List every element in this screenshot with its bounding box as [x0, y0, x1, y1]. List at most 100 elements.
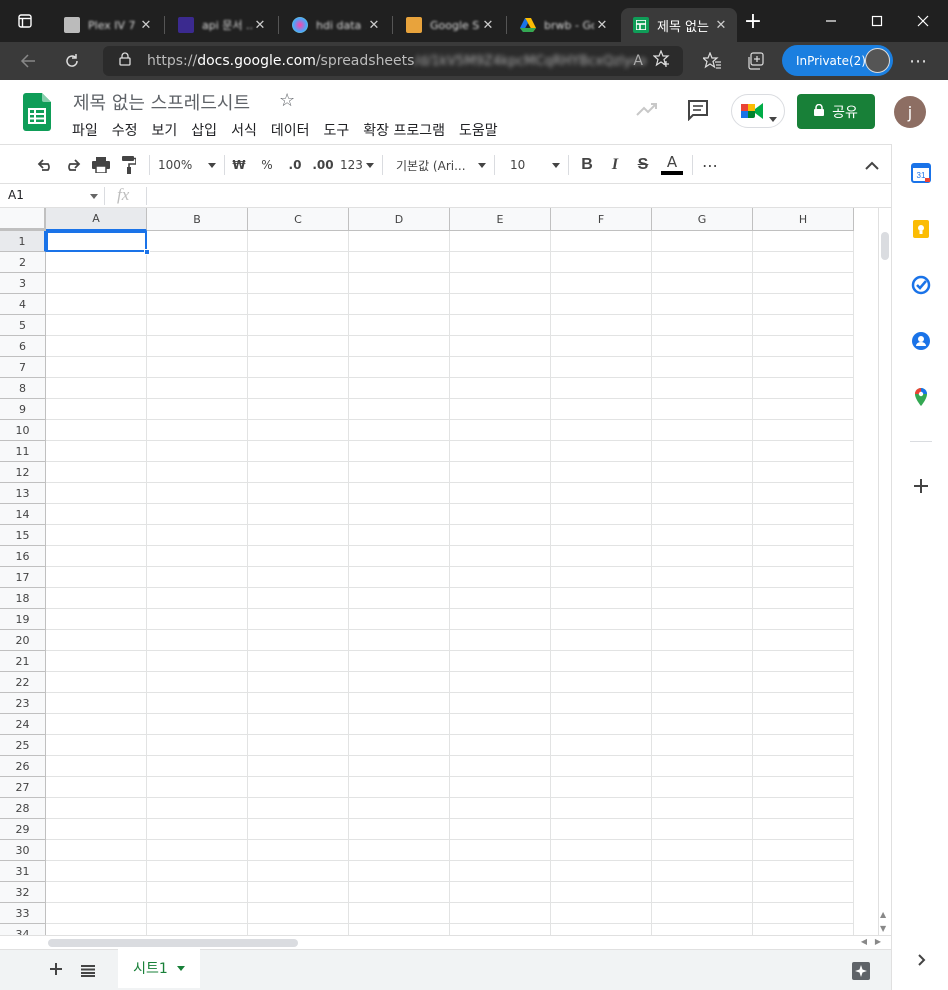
column-header-b[interactable]: B	[147, 208, 248, 231]
contacts-icon[interactable]	[911, 331, 931, 351]
redo-icon[interactable]	[62, 155, 84, 175]
maps-icon[interactable]	[911, 387, 931, 407]
grid-row[interactable]	[46, 714, 854, 735]
vertical-scrollbar[interactable]: ▲ ▼	[878, 208, 891, 935]
strikethrough-button[interactable]: S	[634, 155, 652, 175]
grid-row[interactable]	[46, 588, 854, 609]
currency-format-button[interactable]: ₩	[230, 155, 248, 175]
close-icon[interactable]: ✕	[366, 18, 382, 33]
document-title[interactable]: 제목 없는 스프레드시트	[73, 89, 250, 115]
grid-row[interactable]	[46, 231, 854, 252]
grid-row[interactable]	[46, 546, 854, 567]
row-header-25[interactable]: 25	[0, 735, 46, 756]
vertical-scroll-thumb[interactable]	[881, 232, 889, 260]
menu-insert[interactable]: 삽입	[191, 120, 217, 140]
scroll-left-icon[interactable]: ◀	[861, 937, 867, 946]
close-icon[interactable]: ✕	[594, 18, 610, 33]
collections-icon[interactable]	[740, 46, 772, 76]
back-button[interactable]	[12, 46, 44, 76]
grid-row[interactable]	[46, 756, 854, 777]
grid-row[interactable]	[46, 672, 854, 693]
menu-data[interactable]: 데이터	[271, 120, 310, 140]
chevron-right-icon[interactable]	[911, 950, 931, 970]
column-header-a[interactable]: A	[46, 208, 147, 231]
url-field[interactable]: https://docs.google.com/spreadsheets/d/1…	[103, 46, 683, 76]
menu-edit[interactable]: 수정	[112, 120, 138, 140]
row-header-2[interactable]: 2	[0, 252, 46, 273]
undo-icon[interactable]	[34, 155, 56, 175]
grid-row[interactable]	[46, 504, 854, 525]
more-options-icon[interactable]: ⋯	[700, 155, 720, 175]
row-header-29[interactable]: 29	[0, 819, 46, 840]
grid-row[interactable]	[46, 840, 854, 861]
row-header-7[interactable]: 7	[0, 357, 46, 378]
grid-row[interactable]	[46, 609, 854, 630]
font-family-select[interactable]: 기본값 (Ari...	[396, 155, 486, 175]
star-icon[interactable]: ☆	[279, 90, 295, 111]
text-color-button[interactable]: A	[661, 155, 683, 175]
row-header-20[interactable]: 20	[0, 630, 46, 651]
more-menu-icon[interactable]: ⋯	[902, 46, 934, 76]
row-header-26[interactable]: 26	[0, 756, 46, 777]
browser-tab-active[interactable]: 제목 없는 ✕	[621, 8, 737, 42]
grid-row[interactable]	[46, 336, 854, 357]
menu-file[interactable]: 파일	[72, 120, 98, 140]
row-header-18[interactable]: 18	[0, 588, 46, 609]
column-header-f[interactable]: F	[551, 208, 652, 231]
name-box[interactable]: A1	[8, 188, 24, 202]
activity-trend-icon[interactable]	[636, 100, 658, 121]
formula-input[interactable]	[150, 186, 880, 206]
close-icon[interactable]: ✕	[713, 18, 729, 33]
row-header-8[interactable]: 8	[0, 378, 46, 399]
collapse-toolbar-icon[interactable]	[862, 155, 882, 175]
row-header-23[interactable]: 23	[0, 693, 46, 714]
grid-row[interactable]	[46, 441, 854, 462]
grid-row[interactable]	[46, 777, 854, 798]
browser-tab[interactable]: api 문서 ... ✕	[166, 8, 276, 42]
row-header-32[interactable]: 32	[0, 882, 46, 903]
row-header-3[interactable]: 3	[0, 273, 46, 294]
chevron-down-icon[interactable]	[90, 194, 98, 199]
grid-row[interactable]	[46, 294, 854, 315]
row-header-31[interactable]: 31	[0, 861, 46, 882]
share-button[interactable]: 공유	[797, 94, 875, 129]
tasks-icon[interactable]	[911, 275, 931, 295]
selected-cell-a1[interactable]	[46, 231, 147, 252]
browser-tab[interactable]: brwb - Go... ✕	[508, 8, 618, 42]
italic-button[interactable]: I	[606, 155, 624, 175]
column-header-c[interactable]: C	[248, 208, 349, 231]
number-format-select[interactable]: 123	[340, 155, 374, 175]
read-aloud-icon[interactable]: A	[633, 53, 643, 69]
column-header-h[interactable]: H	[753, 208, 854, 231]
scroll-down-icon[interactable]: ▼	[880, 924, 886, 933]
sheets-logo-icon[interactable]	[23, 93, 51, 131]
font-size-select[interactable]: 10	[510, 155, 560, 175]
row-header-19[interactable]: 19	[0, 609, 46, 630]
calendar-icon[interactable]: 31	[911, 163, 931, 183]
refresh-button[interactable]	[56, 46, 88, 76]
browser-tab[interactable]: Google S... ✕	[394, 8, 504, 42]
grid-row[interactable]	[46, 903, 854, 924]
row-header-28[interactable]: 28	[0, 798, 46, 819]
decrease-decimal-button[interactable]: .0	[282, 155, 308, 175]
all-sheets-icon[interactable]	[81, 962, 95, 981]
grid-row[interactable]	[46, 252, 854, 273]
row-header-5[interactable]: 5	[0, 315, 46, 336]
row-header-12[interactable]: 12	[0, 462, 46, 483]
row-header-22[interactable]: 22	[0, 672, 46, 693]
paint-format-icon[interactable]	[118, 155, 140, 175]
grid-row[interactable]	[46, 924, 854, 935]
grid-row[interactable]	[46, 735, 854, 756]
fill-handle[interactable]	[144, 249, 150, 255]
grid-row[interactable]	[46, 357, 854, 378]
grid-row[interactable]	[46, 861, 854, 882]
close-window-button[interactable]	[900, 0, 946, 42]
row-header-33[interactable]: 33	[0, 903, 46, 924]
grid-row[interactable]	[46, 378, 854, 399]
maximize-button[interactable]	[854, 0, 900, 42]
grid-row[interactable]	[46, 567, 854, 588]
grid-row[interactable]	[46, 630, 854, 651]
row-header-16[interactable]: 16	[0, 546, 46, 567]
user-avatar[interactable]: j	[894, 96, 926, 128]
close-icon[interactable]: ✕	[480, 18, 496, 33]
